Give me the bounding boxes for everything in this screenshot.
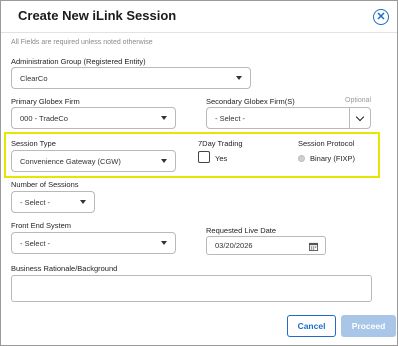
chevron-down-icon <box>80 200 86 204</box>
primary-firm-select[interactable]: 000 - TradeCo <box>11 107 176 129</box>
number-of-sessions-label: Number of Sessions <box>11 180 79 189</box>
rationale-label: Business Rationale/Background <box>11 264 118 273</box>
primary-firm-label: Primary Globex Firm <box>11 97 80 106</box>
primary-firm-value: 000 - TradeCo <box>20 113 68 123</box>
number-of-sessions-value: - Select - <box>20 197 51 207</box>
chevron-down-icon <box>161 159 167 163</box>
optional-tag: Optional <box>345 97 372 104</box>
calendar-icon[interactable] <box>309 242 318 251</box>
session-protocol-label: Session Protocol <box>298 139 355 148</box>
secondary-firm-value: - Select - <box>215 113 246 123</box>
front-end-label: Front End System <box>11 221 72 230</box>
secondary-firm-label: Secondary Globex Firm(S) <box>206 97 295 106</box>
header-divider <box>1 32 397 33</box>
protocol-option: Binary (FIXP) <box>310 154 356 163</box>
session-type-value: Convenience Gateway (CGW) <box>20 156 121 166</box>
rationale-textarea[interactable] <box>11 275 372 302</box>
proceed-button[interactable]: Proceed <box>341 315 396 337</box>
secondary-firm-select[interactable]: - Select - <box>206 107 371 129</box>
chevron-down-icon[interactable] <box>349 108 370 128</box>
admin-group-value: ClearCo <box>20 73 48 83</box>
number-of-sessions-select[interactable]: - Select - <box>11 191 95 213</box>
chevron-down-icon <box>161 241 167 245</box>
chevron-down-icon <box>161 116 167 120</box>
live-date-value: 03/20/2026 <box>215 241 253 250</box>
close-icon[interactable]: ✕ <box>373 9 389 25</box>
protocol-radio[interactable] <box>298 155 305 162</box>
live-date-label: Requested Live Date <box>206 226 277 235</box>
admin-group-label: Administration Group (Registered Entity) <box>11 57 146 66</box>
front-end-select[interactable]: - Select - <box>11 232 176 254</box>
admin-group-select[interactable]: ClearCo <box>11 67 251 89</box>
required-fields-note: All Fields are required unless noted oth… <box>11 39 153 46</box>
session-type-select[interactable]: Convenience Gateway (CGW) <box>11 150 176 172</box>
create-ilink-session-dialog: Create New iLink Session ✕ All Fields ar… <box>0 0 398 346</box>
chevron-down-icon <box>236 76 242 80</box>
dialog-title: Create New iLink Session <box>18 8 177 23</box>
seven-day-option: Yes <box>215 154 228 163</box>
seven-day-checkbox[interactable] <box>198 151 210 163</box>
seven-day-label: 7Day Trading <box>198 139 243 148</box>
cancel-button[interactable]: Cancel <box>287 315 336 337</box>
live-date-input[interactable]: 03/20/2026 <box>206 236 326 255</box>
front-end-value: - Select - <box>20 238 51 248</box>
session-type-label: Session Type <box>11 139 56 148</box>
